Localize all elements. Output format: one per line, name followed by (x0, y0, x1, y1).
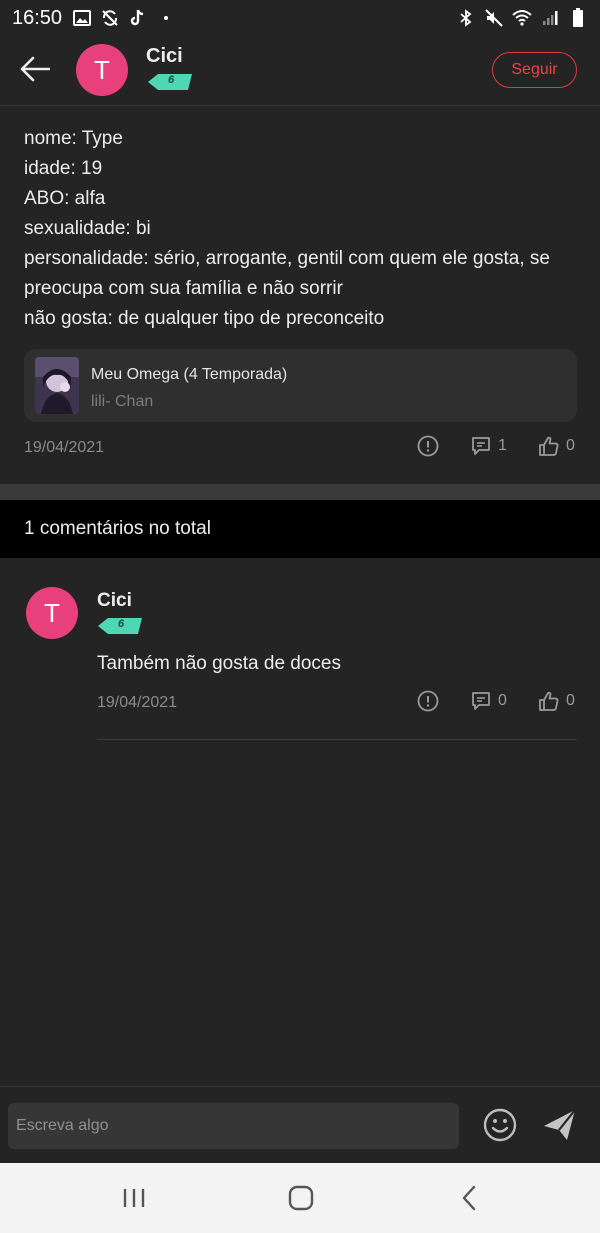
home-button[interactable] (281, 1183, 321, 1213)
follow-button[interactable]: Seguir (492, 52, 577, 88)
comment-icon (472, 692, 490, 710)
recent-apps-icon (123, 1189, 145, 1207)
mute-icon (484, 8, 504, 28)
emoji-button[interactable] (481, 1106, 519, 1144)
post-line: não gosta: de qualquer tipo de preconcei… (24, 308, 385, 329)
post-line: sexualidade: bi (24, 218, 151, 239)
signal-icon (540, 8, 560, 28)
comment-like-button[interactable]: 0 (538, 690, 575, 712)
send-icon (544, 1109, 576, 1140)
report-icon (417, 435, 439, 457)
back-button[interactable] (16, 50, 54, 88)
commenter-name[interactable]: Cici (97, 590, 132, 612)
comment-reply-count: 0 (498, 692, 507, 709)
commenter-avatar[interactable]: T (26, 587, 78, 639)
like-count: 0 (566, 437, 575, 454)
comment-divider (97, 739, 577, 740)
gallery-icon (72, 8, 92, 28)
report-button[interactable] (417, 435, 439, 457)
author-avatar[interactable]: T (76, 44, 128, 96)
comment-reply-button[interactable]: 0 (470, 690, 507, 712)
post-line: personalidade: sério, arrogante, gentil … (24, 248, 550, 299)
comment-input[interactable]: Escreva algo (8, 1103, 459, 1149)
sync-off-icon (100, 8, 120, 28)
level-badge-value: 6 (168, 74, 175, 86)
author-name[interactable]: Cici (146, 45, 183, 68)
comment-composer: Escreva algo (0, 1086, 600, 1163)
linked-story-title: Meu Omega (4 Temporada) (91, 366, 288, 383)
comment-count: 1 (498, 437, 507, 454)
comment-input-placeholder: Escreva algo (16, 1117, 109, 1134)
commenter-level-badge: 6 (98, 617, 142, 635)
wifi-icon (512, 8, 532, 28)
linked-story-author: lili- Chan (91, 393, 154, 410)
linked-story-card[interactable]: Meu Omega (4 Temporada) lili- Chan (24, 349, 577, 422)
comment-text: Também não gosta de doces (97, 653, 341, 674)
status-system-icons (456, 8, 588, 28)
post-line: idade: 19 (24, 158, 103, 179)
comments-total-header: 1 comentários no total (0, 500, 600, 558)
status-time: 16:50 (12, 6, 63, 29)
comments-total-label: 1 comentários no total (24, 518, 211, 539)
bluetooth-icon (456, 8, 476, 28)
recent-apps-button[interactable] (114, 1183, 154, 1213)
post-body: nome: Type idade: 19 ABO: alfa sexualida… (24, 124, 584, 334)
send-button[interactable] (540, 1105, 580, 1145)
level-badge: 6 (148, 73, 192, 91)
tiktok-icon (128, 8, 148, 28)
system-back-button[interactable] (449, 1183, 489, 1213)
level-badge-value: 6 (118, 618, 125, 630)
section-divider (0, 484, 600, 500)
battery-icon (568, 8, 588, 28)
author-avatar-initial: T (94, 54, 110, 85)
comment-report-button[interactable] (417, 690, 439, 712)
thumbs-up-icon (539, 436, 559, 456)
post-date: 19/04/2021 (24, 439, 105, 456)
home-icon (288, 1185, 314, 1211)
like-button[interactable]: 0 (538, 435, 575, 457)
post-actions: 19/04/2021 1 0 (24, 435, 577, 461)
comment-date: 19/04/2021 (97, 694, 178, 711)
comments-button[interactable]: 1 (470, 435, 507, 457)
arrow-left-icon (20, 56, 50, 82)
post-line: ABO: alfa (24, 188, 106, 209)
report-icon (417, 690, 439, 712)
app-header: T Cici 6 Seguir (0, 36, 600, 106)
comment-actions: 19/04/2021 0 0 (97, 690, 577, 716)
more-notifications-icon (156, 8, 176, 28)
status-notification-icons (72, 8, 176, 28)
system-nav-bar (0, 1163, 600, 1233)
smiley-icon (483, 1108, 517, 1142)
story-cover-image (35, 357, 79, 414)
post-line: nome: Type (24, 128, 123, 149)
comment-icon (472, 437, 490, 455)
comment-like-count: 0 (566, 692, 575, 709)
status-bar: 16:50 (0, 0, 600, 36)
commenter-avatar-initial: T (44, 597, 60, 628)
chevron-left-icon (462, 1185, 476, 1211)
thumbs-up-icon (539, 691, 559, 711)
